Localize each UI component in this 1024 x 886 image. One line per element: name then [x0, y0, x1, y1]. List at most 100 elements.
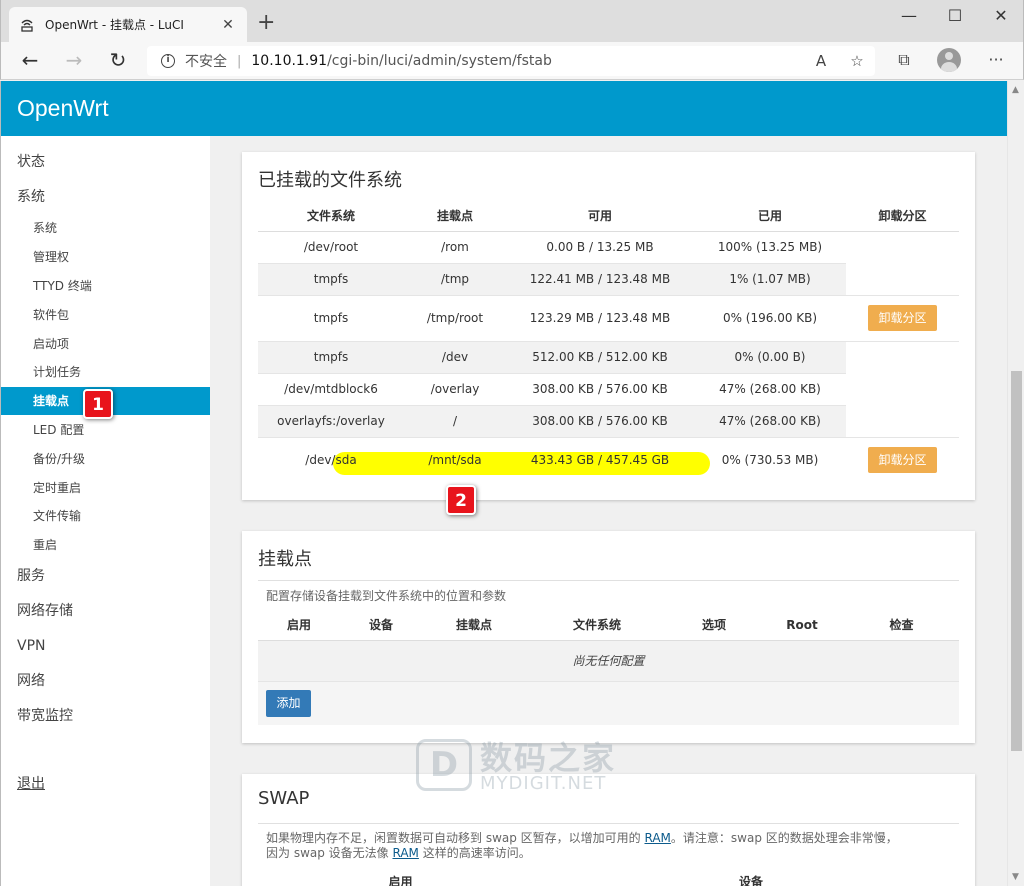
- cell-used: 1% (1.07 MB): [694, 262, 846, 295]
- sidebar-subitem-system[interactable]: 系统: [1, 214, 210, 242]
- minimize-button[interactable]: —: [894, 6, 924, 25]
- col-header-options: 选项: [668, 610, 760, 641]
- sidebar-item-status[interactable]: 状态: [1, 148, 210, 176]
- tab-title: OpenWrt - 挂载点 - LuCI: [45, 18, 184, 32]
- sidebar-subitem-packages[interactable]: 软件包: [1, 301, 210, 329]
- url-separator: |: [237, 53, 242, 69]
- swap-description: 如果物理内存不足，闲置数据可自动移到 swap 区暂存，以增加可用的 RAM。请…: [266, 831, 966, 861]
- address-bar[interactable]: i 不安全 | 10.10.1.91/cgi-bin/luci/admin/sy…: [147, 46, 875, 76]
- cell-filesystem: tmpfs: [258, 262, 404, 295]
- cell-available: 512.00 KB / 512.00 KB: [506, 340, 694, 373]
- empty-placeholder: 尚无任何配置: [258, 639, 959, 682]
- unmount-button[interactable]: 卸载分区: [868, 305, 937, 331]
- sidebar-item-logout[interactable]: 退出: [1, 770, 210, 798]
- sidebar-subitem-crontab[interactable]: 计划任务: [1, 358, 210, 386]
- scrollbar-thumb[interactable]: [1011, 371, 1022, 751]
- cell-filesystem: /dev/root: [258, 230, 404, 263]
- cell-filesystem: tmpfs: [258, 340, 404, 373]
- sidebar-subitem-admin[interactable]: 管理权: [1, 243, 210, 271]
- cell-action-empty: [846, 263, 959, 295]
- sidebar-item-system[interactable]: 系统: [1, 183, 210, 211]
- sidebar-item-nas[interactable]: 网络存储: [1, 597, 210, 625]
- table-row: overlayfs:/overlay / 308.00 KB / 576.00 …: [258, 404, 959, 437]
- cell-used: 0% (0.00 B): [694, 340, 846, 373]
- add-mountpoint-button[interactable]: 添加: [266, 690, 311, 717]
- cell-mountpoint: /: [404, 404, 506, 437]
- sidebar-item-services[interactable]: 服务: [1, 562, 210, 590]
- sidebar-subitem-backup[interactable]: 备份/升级: [1, 445, 210, 473]
- cell-mountpoint: /tmp: [404, 262, 506, 295]
- forward-arrow-icon[interactable]: →: [62, 49, 86, 73]
- profile-avatar[interactable]: [937, 48, 961, 72]
- favorite-star-icon[interactable]: ☆: [839, 52, 875, 70]
- sidebar-subitem-reboot[interactable]: 重启: [1, 531, 210, 559]
- scroll-down-arrow-icon[interactable]: ▼: [1012, 872, 1019, 882]
- scroll-up-arrow-icon[interactable]: ▲: [1012, 85, 1019, 95]
- swap-panel: SWAP 如果物理内存不足，闲置数据可自动移到 swap 区暂存，以增加可用的 …: [242, 774, 975, 886]
- maximize-button[interactable]: ☐: [940, 6, 970, 25]
- col-header-root: Root: [760, 610, 844, 641]
- cell-filesystem: /dev/mtdblock6: [258, 372, 404, 405]
- cell-available: 0.00 B / 13.25 MB: [506, 230, 694, 263]
- collections-icon[interactable]: ⧉: [892, 50, 916, 70]
- ram-link[interactable]: RAM: [392, 846, 418, 860]
- close-window-button[interactable]: ✕: [986, 6, 1016, 25]
- new-tab-button[interactable]: +: [257, 12, 275, 34]
- table-row: tmpfs /tmp 122.41 MB / 123.48 MB 1% (1.0…: [258, 262, 959, 295]
- sidebar-subitem-startup[interactable]: 启动项: [1, 330, 210, 358]
- cell-available: 308.00 KB / 576.00 KB: [506, 404, 694, 437]
- cell-filesystem: overlayfs:/overlay: [258, 404, 404, 437]
- settings-menu-icon[interactable]: ···: [984, 50, 1008, 69]
- swap-table-header: 启用 设备: [258, 867, 959, 886]
- back-arrow-icon[interactable]: ←: [18, 49, 42, 73]
- sidebar-subitem-led[interactable]: LED 配置: [1, 416, 210, 444]
- info-icon[interactable]: i: [161, 54, 175, 68]
- sidebar-item-vpn[interactable]: VPN: [1, 632, 210, 660]
- annotation-badge-2: 2: [446, 485, 476, 515]
- url-host: 10.10.1.91: [251, 53, 328, 69]
- cell-action-empty: [846, 405, 959, 437]
- cell-mountpoint: /tmp/root: [404, 294, 506, 341]
- sidebar-subitem-file-transfer[interactable]: 文件传输: [1, 502, 210, 530]
- cell-available: 433.43 GB / 457.45 GB: [506, 436, 694, 483]
- refresh-icon[interactable]: ↻: [106, 49, 130, 73]
- col-header-device: 设备: [340, 610, 422, 641]
- mounted-filesystems-panel: 已挂载的文件系统 文件系统 挂载点 可用 已用 卸载分区 /dev/root /…: [242, 152, 975, 500]
- swap-desc-text: 。请注意：swap 区的数据处理会非常慢，: [670, 831, 898, 845]
- cell-mountpoint: /dev: [404, 340, 506, 373]
- col-header-device: 设备: [543, 867, 959, 886]
- mounted-table-header: 文件系统 挂载点 可用 已用 卸载分区: [258, 201, 959, 232]
- cell-action-empty: [846, 373, 959, 405]
- insecure-label[interactable]: 不安全: [185, 51, 227, 71]
- cell-mountpoint: /mnt/sda: [404, 436, 506, 483]
- cell-used: 100% (13.25 MB): [694, 230, 846, 263]
- cell-filesystem: /dev/sda: [258, 436, 404, 483]
- sidebar-item-network[interactable]: 网络: [1, 667, 210, 695]
- unmount-button[interactable]: 卸载分区: [868, 447, 937, 474]
- cell-action: 卸载分区: [846, 294, 959, 341]
- cell-mountpoint: /rom: [404, 230, 506, 263]
- table-row: /dev/mtdblock6 /overlay 308.00 KB / 576.…: [258, 372, 959, 405]
- router-icon: [19, 17, 35, 33]
- app-header: OpenWrt: [1, 81, 1007, 136]
- ram-link[interactable]: RAM: [644, 831, 670, 845]
- browser-nav-bar: ← → ↻ i 不安全 | 10.10.1.91/cgi-bin/luci/ad…: [0, 42, 1024, 80]
- sidebar-subitem-ttyd[interactable]: TTYD 终端: [1, 272, 210, 300]
- cell-available: 122.41 MB / 123.48 MB: [506, 262, 694, 295]
- cell-available: 308.00 KB / 576.00 KB: [506, 372, 694, 405]
- cell-used: 47% (268.00 KB): [694, 404, 846, 437]
- table-row: tmpfs /dev 512.00 KB / 512.00 KB 0% (0.0…: [258, 340, 959, 373]
- page: OpenWrt 状态 系统 系统 管理权 TTYD 终端 软件包 启动项 计划任…: [0, 81, 1024, 886]
- brand-logo[interactable]: OpenWrt: [17, 95, 109, 122]
- cell-available: 123.29 MB / 123.48 MB: [506, 294, 694, 341]
- col-header-filesystem: 文件系统: [526, 610, 668, 641]
- tab-close-icon[interactable]: ✕: [219, 17, 237, 33]
- col-header-unmount: 卸载分区: [846, 201, 959, 232]
- url-text[interactable]: 10.10.1.91/cgi-bin/luci/admin/system/fst…: [251, 53, 803, 69]
- read-aloud-icon[interactable]: A: [803, 52, 839, 70]
- page-scrollbar[interactable]: ▲ ▼: [1007, 81, 1024, 886]
- sidebar-item-bandwidth[interactable]: 带宽监控: [1, 702, 210, 730]
- browser-tab[interactable]: OpenWrt - 挂载点 - LuCI ✕: [9, 7, 247, 42]
- sidebar-subitem-reboot-schedule[interactable]: 定时重启: [1, 474, 210, 502]
- table-row-highlighted: /dev/sda /mnt/sda 433.43 GB / 457.45 GB …: [258, 436, 959, 483]
